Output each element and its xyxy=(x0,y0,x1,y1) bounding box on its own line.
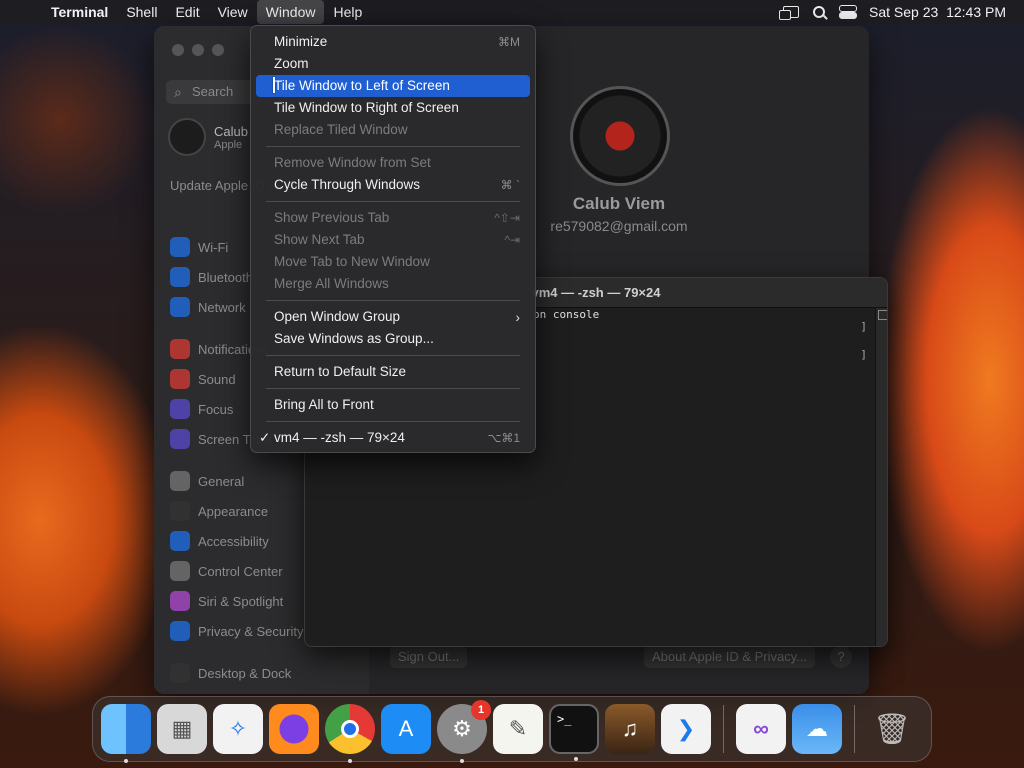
account-name: Calub xyxy=(214,123,248,139)
menu-separator xyxy=(266,388,520,389)
dock: ▦ ✧ A ⚙ 1 ✎ >_ ♫ ❯ ∞ ☁ 🗑 xyxy=(92,696,932,763)
menu-item-remove-from-set: Remove Window from Set xyxy=(274,155,431,170)
menu-item-move-tab: Move Tab to New Window xyxy=(274,254,430,269)
chevron-right-icon: › xyxy=(515,309,520,325)
shortcut-label: ⌘M xyxy=(498,35,520,49)
dock-separator xyxy=(854,705,855,753)
desktop-dock-icon xyxy=(170,663,190,683)
menu-edit[interactable]: Edit xyxy=(166,0,208,24)
shortcut-label: ^⇧⇥ xyxy=(494,211,520,225)
menu-item-tile-left[interactable]: Tile Window to Left of Screen xyxy=(256,75,530,97)
dock-separator xyxy=(723,705,724,753)
menu-app-terminal[interactable]: Terminal xyxy=(42,0,117,24)
menu-item-merge-windows: Merge All Windows xyxy=(274,276,389,291)
menu-separator xyxy=(266,421,520,422)
garageband-guitar-icon[interactable]: ♫ xyxy=(605,704,655,754)
launchpad-icon[interactable]: ▦ xyxy=(157,704,207,754)
menubar-clock[interactable]: Sat Sep 23 12:43 PM xyxy=(869,4,1006,20)
gear-icon xyxy=(170,471,190,491)
sidebar-item-desktop-dock[interactable]: Desktop & Dock xyxy=(170,658,365,688)
menu-item-save-windows-group[interactable]: Save Windows as Group... xyxy=(256,328,530,350)
accessibility-icon xyxy=(170,531,190,551)
terminal-app-icon[interactable]: >_ xyxy=(549,704,599,761)
menu-item-tile-right[interactable]: Tile Window to Right of Screen xyxy=(256,97,530,119)
sign-out-button[interactable]: Sign Out... xyxy=(390,646,468,668)
menu-item-previous-tab: Show Previous Tab ^⇧⇥ xyxy=(256,207,530,229)
sidebar-account[interactable]: Calub Apple xyxy=(168,118,248,156)
menu-item-next-tab: Show Next Tab ^⇥ xyxy=(256,229,530,251)
notification-badge: 1 xyxy=(471,700,491,720)
profile-avatar[interactable] xyxy=(570,86,670,186)
menu-item-zoom[interactable]: Zoom xyxy=(256,53,530,75)
menu-item-replace-tiled: Replace Tiled Window xyxy=(274,122,408,137)
screen-time-icon xyxy=(170,429,190,449)
spotlight-search-icon[interactable] xyxy=(813,6,826,18)
account-subtitle: Apple xyxy=(214,138,243,151)
siri-icon xyxy=(170,591,190,611)
menu-separator xyxy=(266,201,520,202)
chrome-icon[interactable] xyxy=(325,704,375,763)
menu-shell[interactable]: Shell xyxy=(117,0,166,24)
avatar xyxy=(168,118,206,156)
menu-window[interactable]: Window xyxy=(256,0,325,24)
vscode-icon[interactable]: ❯ xyxy=(661,704,711,754)
zoom-window-button[interactable] xyxy=(212,44,224,56)
shortcut-label: ⌘ ` xyxy=(500,178,520,192)
sound-icon xyxy=(170,369,190,389)
privacy-hand-icon xyxy=(170,621,190,641)
focus-icon xyxy=(170,399,190,419)
visual-studio-icon[interactable]: ∞ xyxy=(736,704,786,754)
menu-item-open-window-group[interactable]: Open Window Group › xyxy=(256,306,530,328)
control-center-icon xyxy=(170,561,190,581)
window-menu-dropdown: Minimize ⌘M Zoom Tile Window to Left of S… xyxy=(250,25,536,453)
textedit-icon[interactable]: ✎ xyxy=(493,704,543,754)
terminal-bracket: ] xyxy=(860,348,867,361)
finder-icon[interactable] xyxy=(101,704,151,763)
terminal-line: on console xyxy=(533,308,600,321)
terminal-scrollbar[interactable] xyxy=(875,308,887,646)
shortcut-label: ⌥⌘1 xyxy=(487,431,520,445)
shortcut-label: ^⇥ xyxy=(504,233,520,247)
trash-icon[interactable]: 🗑 xyxy=(867,704,917,754)
safari-icon[interactable]: ✧ xyxy=(213,704,263,754)
close-window-button[interactable] xyxy=(172,44,184,56)
menu-separator xyxy=(266,146,520,147)
menu-bar: Terminal Shell Edit View Window Help Sat… xyxy=(0,0,1024,24)
menu-separator xyxy=(266,355,520,356)
control-center-icon[interactable] xyxy=(839,5,858,19)
menu-item-minimize[interactable]: Minimize ⌘M xyxy=(256,31,530,53)
checkmark-icon: ✓ xyxy=(259,430,271,445)
menu-item-bring-to-front[interactable]: Bring All to Front xyxy=(256,394,530,416)
terminal-bracket: ] xyxy=(860,320,867,333)
notifications-icon xyxy=(170,339,190,359)
menu-view[interactable]: View xyxy=(209,0,257,24)
wifi-icon xyxy=(170,237,190,257)
system-settings-gear-icon[interactable]: ⚙ 1 xyxy=(437,700,491,763)
menu-item-default-size[interactable]: Return to Default Size xyxy=(256,361,530,383)
bluetooth-icon xyxy=(170,267,190,287)
network-icon xyxy=(170,297,190,317)
minimize-window-button[interactable] xyxy=(192,44,204,56)
screen-mirroring-icon[interactable] xyxy=(779,6,800,20)
menu-item-terminal-window[interactable]: ✓ vm4 — -zsh — 79×24 ⌥⌘1 xyxy=(256,427,530,449)
appearance-icon xyxy=(170,501,190,521)
about-apple-id-button[interactable]: About Apple ID & Privacy... xyxy=(644,646,816,668)
menu-help[interactable]: Help xyxy=(324,0,371,24)
window-controls xyxy=(172,44,224,56)
weather-icon[interactable]: ☁ xyxy=(792,704,842,754)
firefox-icon[interactable] xyxy=(269,704,319,754)
menu-item-cycle-windows[interactable]: Cycle Through Windows ⌘ ` xyxy=(256,174,530,196)
app-store-icon[interactable]: A xyxy=(381,704,431,754)
menu-separator xyxy=(266,300,520,301)
help-button[interactable]: ? xyxy=(830,646,852,668)
